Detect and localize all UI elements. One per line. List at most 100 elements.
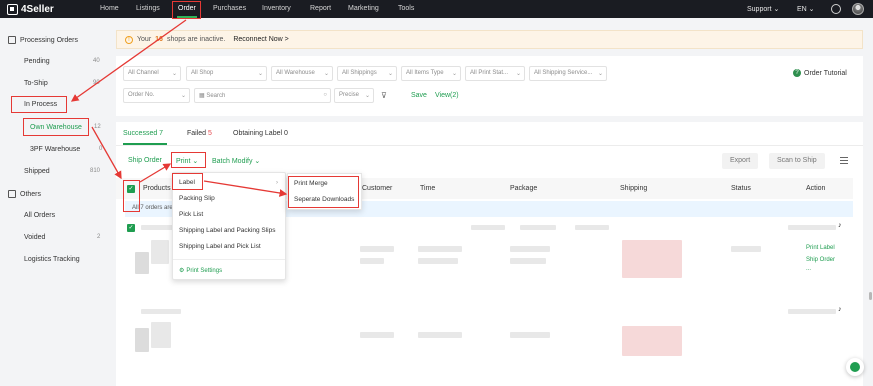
batch-modify-button[interactable]: Batch Modify ⌄ bbox=[212, 157, 260, 165]
chevron-down-icon: ⌄ bbox=[171, 71, 177, 77]
sidebar-item-3pf-warehouse[interactable]: 3PF Warehouse bbox=[30, 146, 80, 153]
print-button[interactable]: Print ⌄ bbox=[176, 157, 198, 165]
order-no-value: Order No. bbox=[128, 92, 155, 98]
sidebar-group-others[interactable]: Others bbox=[8, 190, 41, 198]
warehouse-select[interactable]: All Warehouse ⌄ bbox=[271, 66, 333, 81]
sidebar-item-all-orders[interactable]: All Orders bbox=[24, 212, 55, 219]
shipping-service-select[interactable]: All Shipping Service... ⌄ bbox=[529, 66, 607, 81]
export-button[interactable]: Export bbox=[722, 153, 759, 169]
menu-item-label[interactable]: Label bbox=[179, 179, 195, 186]
precise-value: Precise bbox=[339, 92, 360, 98]
menu-item-packing-slip[interactable]: Packing Slip bbox=[179, 195, 215, 202]
sidebar-group-label: Others bbox=[20, 190, 42, 198]
save-view-link[interactable]: Save bbox=[411, 92, 427, 99]
column-customer: Customer bbox=[362, 185, 393, 192]
reconnect-link[interactable]: Reconnect Now > bbox=[233, 36, 288, 43]
tab-failed[interactable]: Failed 5 bbox=[187, 130, 212, 137]
sidebar-group-processing[interactable]: Processing Orders bbox=[8, 36, 78, 44]
tab-successed[interactable]: Successed 7 bbox=[123, 130, 163, 137]
menu-item-print-merge[interactable]: Print Merge bbox=[294, 180, 328, 187]
package-redacted bbox=[510, 258, 546, 264]
nav-listings[interactable]: Listings bbox=[136, 5, 160, 12]
view-link[interactable]: View(2) bbox=[435, 92, 459, 99]
select-all-checkbox[interactable]: ✓ bbox=[127, 185, 135, 193]
sidebar-item-logistics-tracking[interactable]: Logistics Tracking bbox=[24, 256, 80, 263]
tiktok-icon: ♪ bbox=[838, 222, 842, 229]
scan-to-ship-button[interactable]: Scan to Ship bbox=[769, 153, 825, 169]
notification-icon[interactable] bbox=[831, 4, 841, 14]
help-icon: ? bbox=[793, 69, 801, 77]
shop-select[interactable]: All Shop ⌄ bbox=[186, 66, 267, 81]
nav-purchases[interactable]: Purchases bbox=[213, 5, 246, 12]
sidebar-item-shipped[interactable]: Shipped bbox=[24, 168, 50, 175]
chevron-down-icon: ⌄ bbox=[257, 71, 263, 77]
ship-order-link[interactable]: Ship Order bbox=[806, 257, 835, 263]
alert-text: shops are inactive. bbox=[166, 36, 226, 43]
nav-report[interactable]: Report bbox=[310, 5, 331, 12]
menu-item-separate-downloads[interactable]: Seperate Downloads bbox=[294, 196, 354, 203]
support-chat-icon[interactable] bbox=[846, 358, 864, 376]
items-type-select-value: All Items Type bbox=[406, 70, 444, 76]
redacted-text bbox=[471, 225, 505, 230]
alert-prefix: Your bbox=[137, 36, 152, 43]
nav-active-indicator bbox=[177, 16, 197, 18]
avatar[interactable] bbox=[852, 3, 864, 15]
nav-home[interactable]: Home bbox=[100, 5, 119, 12]
menu-item-label-and-pick-list[interactable]: Shipping Label and Pick List bbox=[179, 243, 261, 250]
tab-divider bbox=[116, 145, 863, 146]
order-no-select[interactable]: Order No. ⌄ bbox=[123, 88, 190, 103]
support-menu[interactable]: Support ⌄ bbox=[747, 5, 779, 13]
package-redacted bbox=[510, 246, 550, 252]
shipping-service-select-value: All Shipping Service... bbox=[534, 70, 593, 76]
search-input[interactable]: ▦ Search ○ bbox=[194, 88, 331, 103]
menu-item-label-and-packing-slips[interactable]: Shipping Label and Packing Slips bbox=[179, 227, 275, 234]
nav-inventory[interactable]: Inventory bbox=[262, 5, 291, 12]
product-image bbox=[151, 240, 169, 264]
columns-settings-icon[interactable] bbox=[840, 157, 848, 164]
support-label: Support bbox=[747, 6, 772, 13]
label-submenu: Print Merge Seperate Downloads bbox=[287, 173, 362, 210]
items-type-select[interactable]: All Items Type ⌄ bbox=[401, 66, 461, 81]
filter-icon[interactable]: ⊽ bbox=[381, 91, 387, 100]
time-redacted bbox=[418, 258, 458, 264]
precise-select[interactable]: Precise ⌄ bbox=[334, 88, 374, 103]
print-status-select[interactable]: All Print Stat... ⌄ bbox=[465, 66, 525, 81]
tab-failed-label: Failed bbox=[187, 130, 207, 137]
order-tutorial-label: Order Tutorial bbox=[804, 69, 847, 77]
shipping-redacted bbox=[622, 240, 682, 278]
nav-tools[interactable]: Tools bbox=[398, 5, 414, 12]
sidebar-item-in-process[interactable]: In Process bbox=[24, 101, 57, 108]
scrollbar-thumb[interactable] bbox=[869, 292, 872, 300]
menu-item-pick-list[interactable]: Pick List bbox=[179, 211, 203, 218]
channel-select[interactable]: All Channel ⌄ bbox=[123, 66, 181, 81]
sidebar-item-pending[interactable]: Pending bbox=[24, 58, 50, 65]
language-label: EN bbox=[797, 6, 807, 13]
shippings-select[interactable]: All Shippings ⌄ bbox=[337, 66, 397, 81]
sidebar-item-to-ship[interactable]: To-Ship bbox=[24, 80, 48, 87]
tab-obtaining-label[interactable]: Obtaining Label 0 bbox=[233, 130, 288, 137]
sidebar-item-voided[interactable]: Voided bbox=[24, 234, 45, 241]
print-settings-link[interactable]: ⚙ Print Settings bbox=[179, 267, 222, 275]
order-tutorial-link[interactable]: ? Order Tutorial bbox=[793, 69, 847, 77]
chevron-down-icon: ⌄ bbox=[254, 158, 261, 165]
more-actions-link[interactable]: ... bbox=[806, 266, 811, 272]
print-label-link[interactable]: Print Label bbox=[806, 245, 835, 251]
app-logo[interactable]: 4Seller bbox=[7, 2, 54, 16]
ship-order-button[interactable]: Ship Order bbox=[128, 157, 162, 164]
tiktok-icon: ♪ bbox=[838, 306, 842, 313]
clipboard-icon bbox=[8, 36, 16, 44]
search-icon[interactable]: ○ bbox=[323, 92, 327, 98]
top-navigation-bar: 4Seller Home Listings Order Purchases In… bbox=[0, 0, 873, 18]
nav-marketing[interactable]: Marketing bbox=[348, 5, 379, 12]
menu-divider bbox=[173, 259, 285, 260]
channel-select-value: All Channel bbox=[128, 70, 159, 76]
chevron-down-icon: ⌄ bbox=[192, 158, 199, 165]
sidebar-item-own-warehouse[interactable]: Own Warehouse bbox=[30, 124, 82, 131]
nav-order[interactable]: Order bbox=[178, 5, 196, 12]
product-image bbox=[151, 322, 171, 348]
column-package: Package bbox=[510, 185, 538, 192]
language-menu[interactable]: EN ⌄ bbox=[797, 5, 815, 13]
shop-select-value: All Shop bbox=[191, 70, 214, 76]
row-checkbox[interactable]: ✓ bbox=[127, 224, 135, 232]
print-status-select-value: All Print Stat... bbox=[470, 70, 509, 76]
